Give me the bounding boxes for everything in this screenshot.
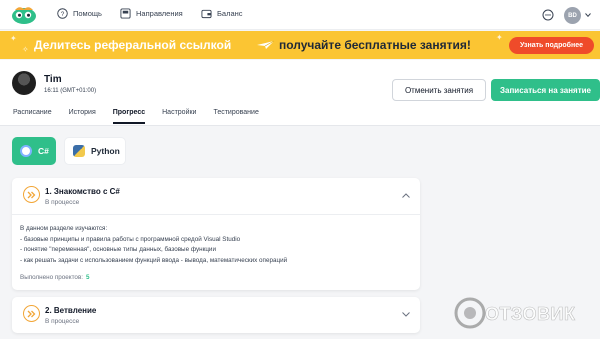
double-chevron-right-icon [23, 305, 40, 322]
language-chip-csharp[interactable]: C# [12, 137, 56, 165]
tab-settings[interactable]: Настройки [162, 109, 196, 124]
chevron-down-icon[interactable] [585, 13, 591, 17]
nav-help-label: Помощь [73, 9, 102, 18]
module-status: В процессе [45, 318, 80, 325]
module-card[interactable]: 2. Ветвление В процессе [12, 297, 420, 333]
nav-balance-label: Баланс [217, 9, 243, 18]
learn-more-button[interactable]: Узнать подробнее [509, 37, 594, 54]
python-icon [73, 145, 85, 157]
module-title[interactable]: 1. Знакомство с C# [45, 187, 120, 196]
profile-time: 16:11 (GMT+01:00) [44, 88, 97, 94]
divider [12, 214, 420, 215]
tab-testing[interactable]: Тестирование [213, 109, 258, 124]
nav-balance[interactable]: Баланс [201, 8, 243, 19]
module-description: В данном разделе изучаются: - базовые пр… [20, 224, 287, 266]
tab-schedule[interactable]: Расписание [13, 109, 52, 124]
nav-help[interactable]: ? Помощь [57, 8, 102, 19]
profile-name: Tim [44, 74, 62, 85]
watermark-text: ОТЗОВИК [485, 304, 576, 325]
sparkle-icon: ✦ [496, 33, 503, 42]
nav-directions[interactable]: Направления [120, 8, 183, 19]
chat-icon[interactable] [542, 9, 554, 21]
module-status: В процессе [45, 199, 80, 206]
referral-banner[interactable]: ✦ ✧ ✦ Делитесь реферальной ссылкой получ… [0, 31, 600, 59]
profile-avatar [12, 71, 36, 95]
profile-tabs: Расписание История Прогресс Настройки Те… [13, 109, 276, 124]
description-line: - базовые принципы и правила работы с пр… [20, 235, 241, 243]
paper-plane-icon [257, 40, 275, 49]
logo-icon[interactable] [11, 6, 37, 25]
watermark-logo-icon [454, 297, 486, 329]
projects-label: Выполнено проектов: [20, 274, 84, 281]
projects-count: 5 [86, 274, 90, 281]
banner-text-part2: получайте бесплатные занятия! [279, 38, 471, 52]
directions-icon [120, 8, 131, 19]
profile-panel: Tim 16:11 (GMT+01:00) Отменить занятия З… [0, 60, 600, 126]
chevron-up-icon[interactable] [402, 193, 410, 198]
csharp-icon [20, 145, 32, 157]
description-line: - как решать задачи с использованием фун… [20, 256, 288, 264]
cancel-lessons-button[interactable]: Отменить занятия [392, 79, 486, 101]
description-line: В данном разделе изучаются: [20, 225, 108, 232]
wallet-icon [201, 9, 212, 19]
language-chip-python[interactable]: Python [64, 137, 126, 165]
chevron-down-icon[interactable] [402, 312, 410, 317]
double-chevron-right-icon [23, 186, 40, 203]
tab-history[interactable]: История [69, 109, 96, 124]
sparkle-icon: ✦ [10, 34, 17, 43]
user-avatar[interactable]: BD [564, 7, 581, 24]
book-lesson-button[interactable]: Записаться на занятие [491, 79, 600, 101]
svg-text:?: ? [61, 11, 65, 18]
top-nav: ? Помощь Направления Баланс BD [0, 0, 600, 30]
language-chip-label: C# [38, 146, 49, 156]
language-chip-label: Python [91, 146, 120, 156]
projects-completed: Выполнено проектов: 5 [20, 274, 90, 281]
sparkle-icon: ✧ [22, 45, 29, 54]
module-title[interactable]: 2. Ветвление [45, 306, 96, 315]
description-line: - понятие "переменная", основные типы да… [20, 246, 216, 253]
help-icon: ? [57, 8, 68, 19]
banner-text-part1: Делитесь реферальной ссылкой [34, 38, 232, 52]
tab-progress[interactable]: Прогресс [112, 109, 146, 124]
module-card: 1. Знакомство с C# В процессе В данном р… [12, 178, 420, 290]
nav-directions-label: Направления [136, 9, 183, 18]
